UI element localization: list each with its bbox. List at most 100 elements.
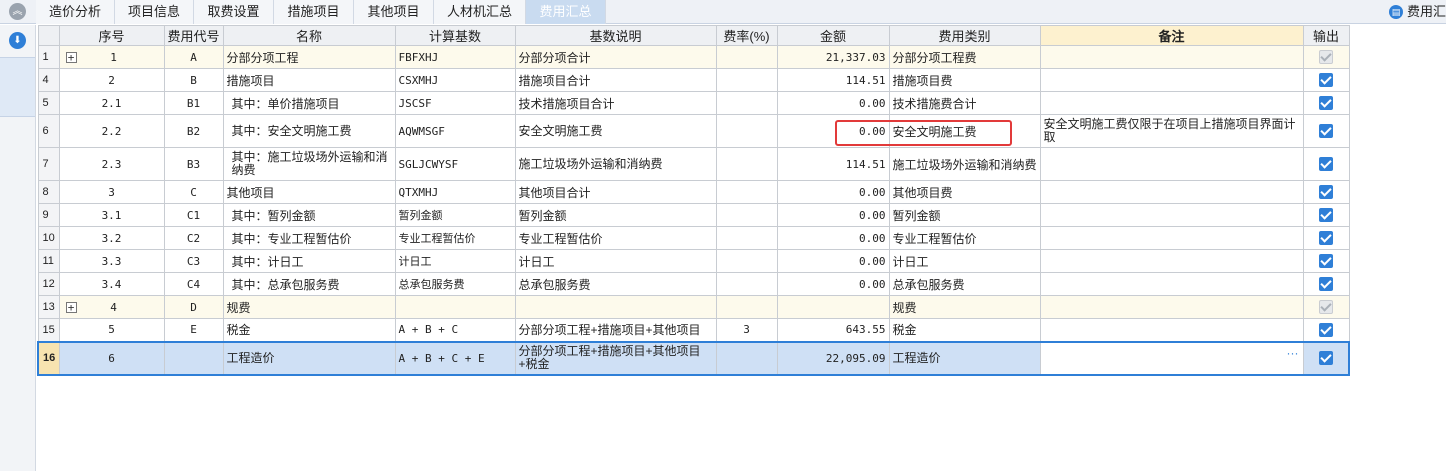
cell-name[interactable]: 工程造价 [222, 340, 396, 376]
cell-remark[interactable] [1039, 226, 1304, 250]
cell-amount[interactable]: 0.00 [776, 180, 890, 204]
cell-code[interactable]: C2 [163, 226, 224, 250]
cell-base[interactable]: AQWMSGF [394, 114, 516, 148]
cell-base-desc[interactable]: 专业工程暂估价 [514, 226, 717, 250]
cell-name[interactable]: 其中：暂列金额 [222, 203, 396, 227]
tab-other-items[interactable]: 其他项目 [354, 0, 434, 24]
fee-summary-link[interactable]: ▤ 费用汇 [1387, 3, 1446, 21]
cell-amount[interactable]: 643.55 [776, 318, 890, 342]
cell-remark[interactable] [1039, 180, 1304, 204]
tab-project-info[interactable]: 项目信息 [115, 0, 194, 24]
cell-rate[interactable] [715, 180, 778, 204]
cell-code[interactable]: B3 [163, 147, 224, 181]
output-checkbox[interactable] [1319, 185, 1334, 200]
sidebar-panel[interactable] [0, 57, 35, 117]
cell-code[interactable]: B1 [163, 91, 224, 115]
cell-name[interactable]: 其中：计日工 [222, 249, 396, 273]
cell-rate[interactable] [715, 147, 778, 181]
table-row[interactable]: 8 3 C 其他项目 QTXMHJ 其他项目合计 0.00 其他项目费 [37, 180, 1350, 204]
cell-rate[interactable] [715, 68, 778, 92]
cell-amount[interactable]: 114.51 [776, 68, 890, 92]
cell-category[interactable]: 施工垃圾场外运输和消纳费 [888, 147, 1041, 181]
cell-category[interactable]: 工程造价 [888, 340, 1041, 376]
cell-rownum[interactable]: 4 [37, 68, 60, 92]
cell-base-desc[interactable]: 分部分项合计 [514, 45, 717, 69]
cell-amount[interactable]: 0.00 [776, 91, 890, 115]
cell-rownum[interactable]: 16 [37, 340, 60, 376]
output-checkbox[interactable] [1318, 351, 1333, 366]
cell-category[interactable]: 分部分项工程费 [888, 45, 1041, 69]
cell-category[interactable]: 计日工 [888, 249, 1041, 273]
table-row[interactable]: 1 +1 A 分部分项工程 FBFXHJ 分部分项合计 21,337.03 分部分项工程费 [37, 45, 1350, 69]
cell-base-desc[interactable]: 计日工 [514, 249, 717, 273]
table-row[interactable]: 7 2.3 B3 其中：施工垃圾场外运输和消纳费 SGLJCWYSF 施工垃圾场外运输和消… [37, 147, 1350, 181]
cell-base[interactable]: 总承包服务费 [394, 272, 516, 296]
cell-seq[interactable]: 5 [58, 318, 165, 342]
cell-code[interactable]: C [163, 180, 224, 204]
table-row[interactable]: 4 2 B 措施项目 CSXMHJ 措施项目合计 114.51 措施项目费 [37, 68, 1350, 92]
cell-base[interactable]: QTXMHJ [394, 180, 516, 204]
cell-seq[interactable]: 3.4 [58, 272, 165, 296]
cell-remark[interactable] [1039, 318, 1304, 342]
cell-code[interactable]: C3 [163, 249, 224, 273]
cell-amount[interactable]: 0.00 [776, 226, 890, 250]
cell-remark[interactable]: ··· [1039, 340, 1304, 376]
cell-seq[interactable]: +1 [58, 45, 165, 69]
table-row[interactable]: 16 6 工程造价 A + B + C + E 分部分项工程+措施项目+其他项目+税金 2… [37, 340, 1351, 376]
cell-rate[interactable] [715, 340, 778, 376]
cell-rate[interactable] [715, 91, 778, 115]
cell-seq[interactable]: 2 [58, 68, 165, 92]
output-checkbox[interactable] [1319, 323, 1334, 338]
cell-base[interactable]: A + B + C [394, 318, 516, 342]
cell-rate[interactable] [715, 203, 778, 227]
cell-rownum[interactable]: 5 [37, 91, 60, 115]
cell-code[interactable]: C4 [163, 272, 224, 296]
cell-output[interactable] [1302, 340, 1351, 376]
cell-category[interactable]: 安全文明施工费 [888, 114, 1041, 148]
cell-remark[interactable] [1039, 68, 1304, 92]
cell-rate[interactable] [715, 45, 778, 69]
cell-amount[interactable]: 114.51 [776, 147, 890, 181]
cell-output[interactable] [1302, 147, 1350, 181]
cell-category[interactable]: 其他项目费 [888, 180, 1041, 204]
cell-rate[interactable] [715, 226, 778, 250]
cell-rownum[interactable]: 9 [37, 203, 60, 227]
cell-seq[interactable]: 2.3 [58, 147, 165, 181]
cell-rownum[interactable]: 8 [37, 180, 60, 204]
cell-output[interactable] [1302, 272, 1350, 296]
cell-output[interactable] [1302, 318, 1350, 342]
cell-seq[interactable]: 6 [58, 340, 165, 376]
cell-code[interactable]: A [163, 45, 224, 69]
cell-remark[interactable] [1039, 147, 1304, 181]
table-row[interactable]: 13 +4 D 规费 规费 [37, 295, 1350, 319]
cell-rownum[interactable]: 10 [37, 226, 60, 250]
cell-category[interactable]: 技术措施费合计 [888, 91, 1041, 115]
output-checkbox[interactable] [1319, 208, 1334, 223]
cell-seq[interactable]: 3.2 [58, 226, 165, 250]
cell-category[interactable]: 规费 [888, 295, 1041, 319]
collapse-up-icon[interactable]: ︽ [9, 3, 26, 20]
cell-code[interactable]: B2 [163, 114, 224, 148]
output-checkbox[interactable] [1319, 96, 1334, 111]
cell-seq[interactable]: 3.3 [58, 249, 165, 273]
cell-base-desc[interactable]: 暂列金额 [514, 203, 717, 227]
cell-base-desc[interactable] [514, 295, 717, 319]
table-row[interactable]: 5 2.1 B1 其中：单价措施项目 JSCSF 技术措施项目合计 0.00 技术措施费合计 [37, 91, 1350, 115]
tab-cost-analysis[interactable]: 造价分析 [36, 0, 115, 24]
cell-rownum[interactable]: 7 [37, 147, 60, 181]
download-icon[interactable]: ⬇ [9, 32, 26, 49]
cell-output[interactable] [1302, 180, 1350, 204]
cell-rownum[interactable]: 12 [37, 272, 60, 296]
cell-base-desc[interactable]: 分部分项工程+措施项目+其他项目+税金 [514, 340, 717, 376]
cell-name[interactable]: 其中：安全文明施工费 [222, 114, 396, 148]
output-checkbox[interactable] [1319, 254, 1334, 269]
output-checkbox[interactable] [1319, 73, 1334, 88]
header-base[interactable]: 计算基数 [394, 25, 516, 46]
cell-rate[interactable]: 3 [715, 318, 778, 342]
cell-rate[interactable] [715, 249, 778, 273]
cell-remark[interactable]: 安全文明施工费仅限于在项目上措施项目界面计取 [1039, 114, 1304, 148]
cell-name[interactable]: 其中：施工垃圾场外运输和消纳费 [222, 147, 396, 181]
cell-seq[interactable]: 3 [58, 180, 165, 204]
header-code[interactable]: 费用代号 [163, 25, 224, 46]
cell-seq[interactable]: +4 [58, 295, 165, 319]
